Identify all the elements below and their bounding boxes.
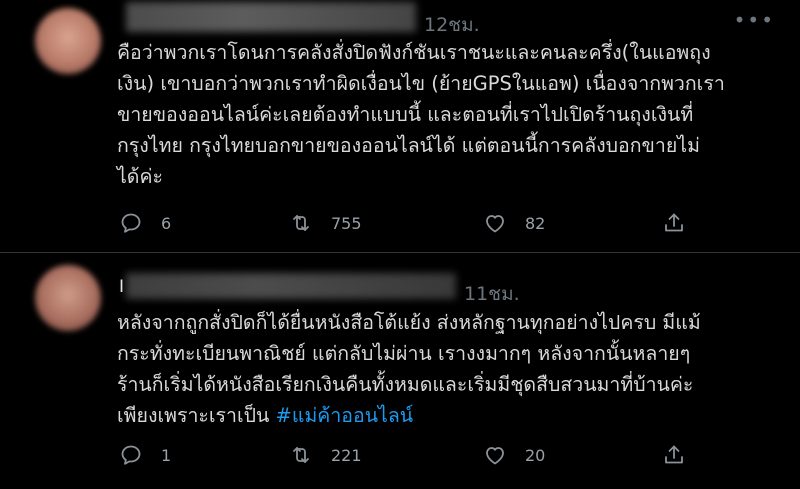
reply-count: 6: [161, 213, 172, 233]
timestamp[interactable]: 11ชม.: [464, 279, 520, 309]
tweet-text-fragment: เพียงเพราะเราเป็น: [117, 404, 276, 427]
like-button[interactable]: 82: [483, 208, 545, 238]
share-button[interactable]: [662, 440, 686, 470]
tweet-text-line: ได้ค่ะ: [117, 165, 163, 188]
author-name-visible[interactable]: I: [119, 277, 124, 297]
retweet-count: 755: [331, 213, 362, 233]
tweet-actions: 6 755 82: [117, 208, 697, 238]
share-icon: [665, 213, 683, 232]
tweet-text-line: กระทั่งทะเบียนพาณิชย์ แต่กลับไม่ผ่าน เรา…: [117, 342, 691, 365]
like-icon: [486, 447, 504, 465]
tweet-text-line: คือว่าพวกเราโดนการคลังสั่งปิดฟังก์ชันเรา…: [117, 41, 711, 64]
retweet-icon: [293, 447, 309, 463]
retweet-button[interactable]: 755: [289, 208, 362, 238]
reply-count: 1: [161, 445, 172, 465]
retweet-count: 221: [331, 445, 362, 465]
tweet-1[interactable]: 12ชม. ••• คือว่าพวกเราโดนการคลังสั่งปิดฟ…: [0, 0, 800, 253]
reply-button[interactable]: 1: [119, 440, 171, 470]
author-name-blurred[interactable]: [126, 273, 456, 299]
share-icon: [665, 445, 683, 464]
more-options-icon[interactable]: •••: [734, 8, 775, 32]
retweet-button[interactable]: 221: [289, 440, 362, 470]
tweet-text: หลังจากถูกสั่งปิดก็ได้ยื่นหนังสือโต้แย้ง…: [117, 307, 789, 431]
like-icon: [486, 215, 504, 233]
tweet-text: คือว่าพวกเราโดนการคลังสั่งปิดฟังก์ชันเรา…: [117, 37, 789, 192]
like-button[interactable]: 20: [483, 440, 545, 470]
tweet-text-line: กรุงไทย กรุงไทยบอกขายของออนไลน์ได้ แต่ตอ…: [117, 134, 700, 157]
author-name-blurred[interactable]: [126, 2, 416, 32]
tweet-actions: 1 221 20: [117, 440, 697, 470]
tweet-2[interactable]: I 11ชม. หลังจากถูกสั่งปิดก็ได้ยื่นหนังสื…: [0, 253, 800, 489]
timestamp[interactable]: 12ชม.: [424, 10, 480, 40]
reply-icon: [121, 445, 141, 465]
like-count: 20: [525, 445, 546, 465]
share-button[interactable]: [662, 208, 686, 238]
avatar[interactable]: [35, 265, 101, 331]
tweet-text-line: เงิน) เขาบอกว่าพวกเราทำผิดเงื่อนไข (ย้าย…: [117, 72, 725, 95]
tweet-text-line: ขายของออนไลน์ค่ะเลยต้องทำแบบนี้ และตอนที…: [117, 103, 694, 126]
tweet-text-line: ร้านก็เริ่มได้หนังสือเรียกเงินคืนทั้งหมด…: [117, 373, 694, 396]
tweet-text-line: หลังจากถูกสั่งปิดก็ได้ยื่นหนังสือโต้แย้ง…: [117, 311, 701, 334]
reply-button[interactable]: 6: [119, 208, 171, 238]
tweet-text-line: เพียงเพราะเราเป็น #แม่ค้าออนไลน์: [117, 400, 789, 431]
hashtag-link[interactable]: #แม่ค้าออนไลน์: [276, 404, 414, 427]
reply-icon: [121, 213, 141, 233]
retweet-icon: [293, 215, 309, 231]
avatar[interactable]: [35, 8, 101, 74]
like-count: 82: [525, 213, 546, 233]
